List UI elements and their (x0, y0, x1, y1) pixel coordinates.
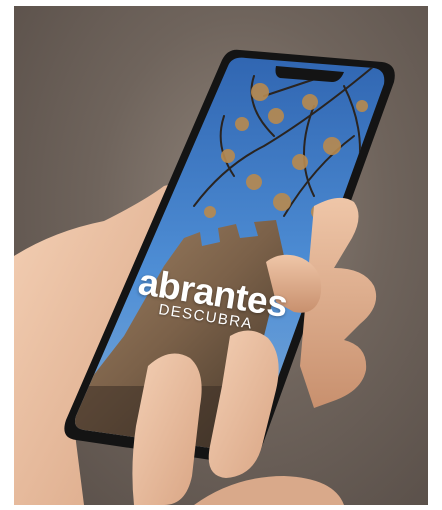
image-frame: abrantes DESCUBRA (0, 0, 442, 510)
photo: abrantes DESCUBRA (14, 6, 428, 505)
right-wrist (194, 476, 344, 505)
scene (14, 49, 395, 505)
